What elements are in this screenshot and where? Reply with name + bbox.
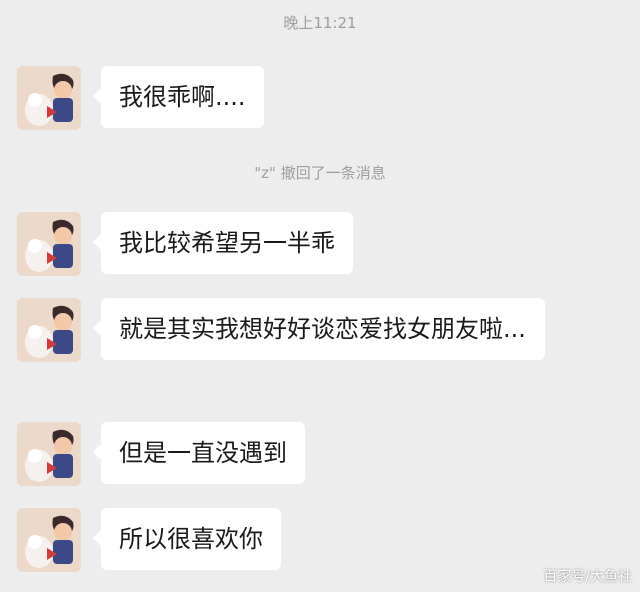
avatar[interactable] — [17, 422, 81, 486]
avatar-illustration-icon — [17, 298, 81, 362]
avatar-illustration-icon — [17, 422, 81, 486]
watermark: 百家号/大鱼社 — [543, 569, 632, 585]
avatar-illustration-icon — [17, 66, 81, 130]
message-bubble[interactable]: 就是其实我想好好谈恋爱找女朋友啦... — [93, 298, 545, 360]
avatar[interactable] — [17, 212, 81, 276]
avatar-illustration-icon — [17, 508, 81, 572]
message-bubble[interactable]: 我比较希望另一半乖 — [93, 212, 353, 274]
timestamp: 晚上11:21 — [283, 14, 357, 32]
chat-view: 晚上11:21 我很乖啊.... "z" 撤回了一条消息 我比较希望另一半乖 就… — [0, 0, 640, 592]
message-bubble[interactable]: 我很乖啊.... — [93, 66, 264, 128]
recall-notice: "z" 撤回了一条消息 — [254, 164, 386, 182]
avatar[interactable] — [17, 66, 81, 130]
message-bubble[interactable]: 但是一直没遇到 — [93, 422, 305, 484]
avatar[interactable] — [17, 508, 81, 572]
avatar-illustration-icon — [17, 212, 81, 276]
avatar[interactable] — [17, 298, 81, 362]
message-bubble[interactable]: 所以很喜欢你 — [93, 508, 281, 570]
